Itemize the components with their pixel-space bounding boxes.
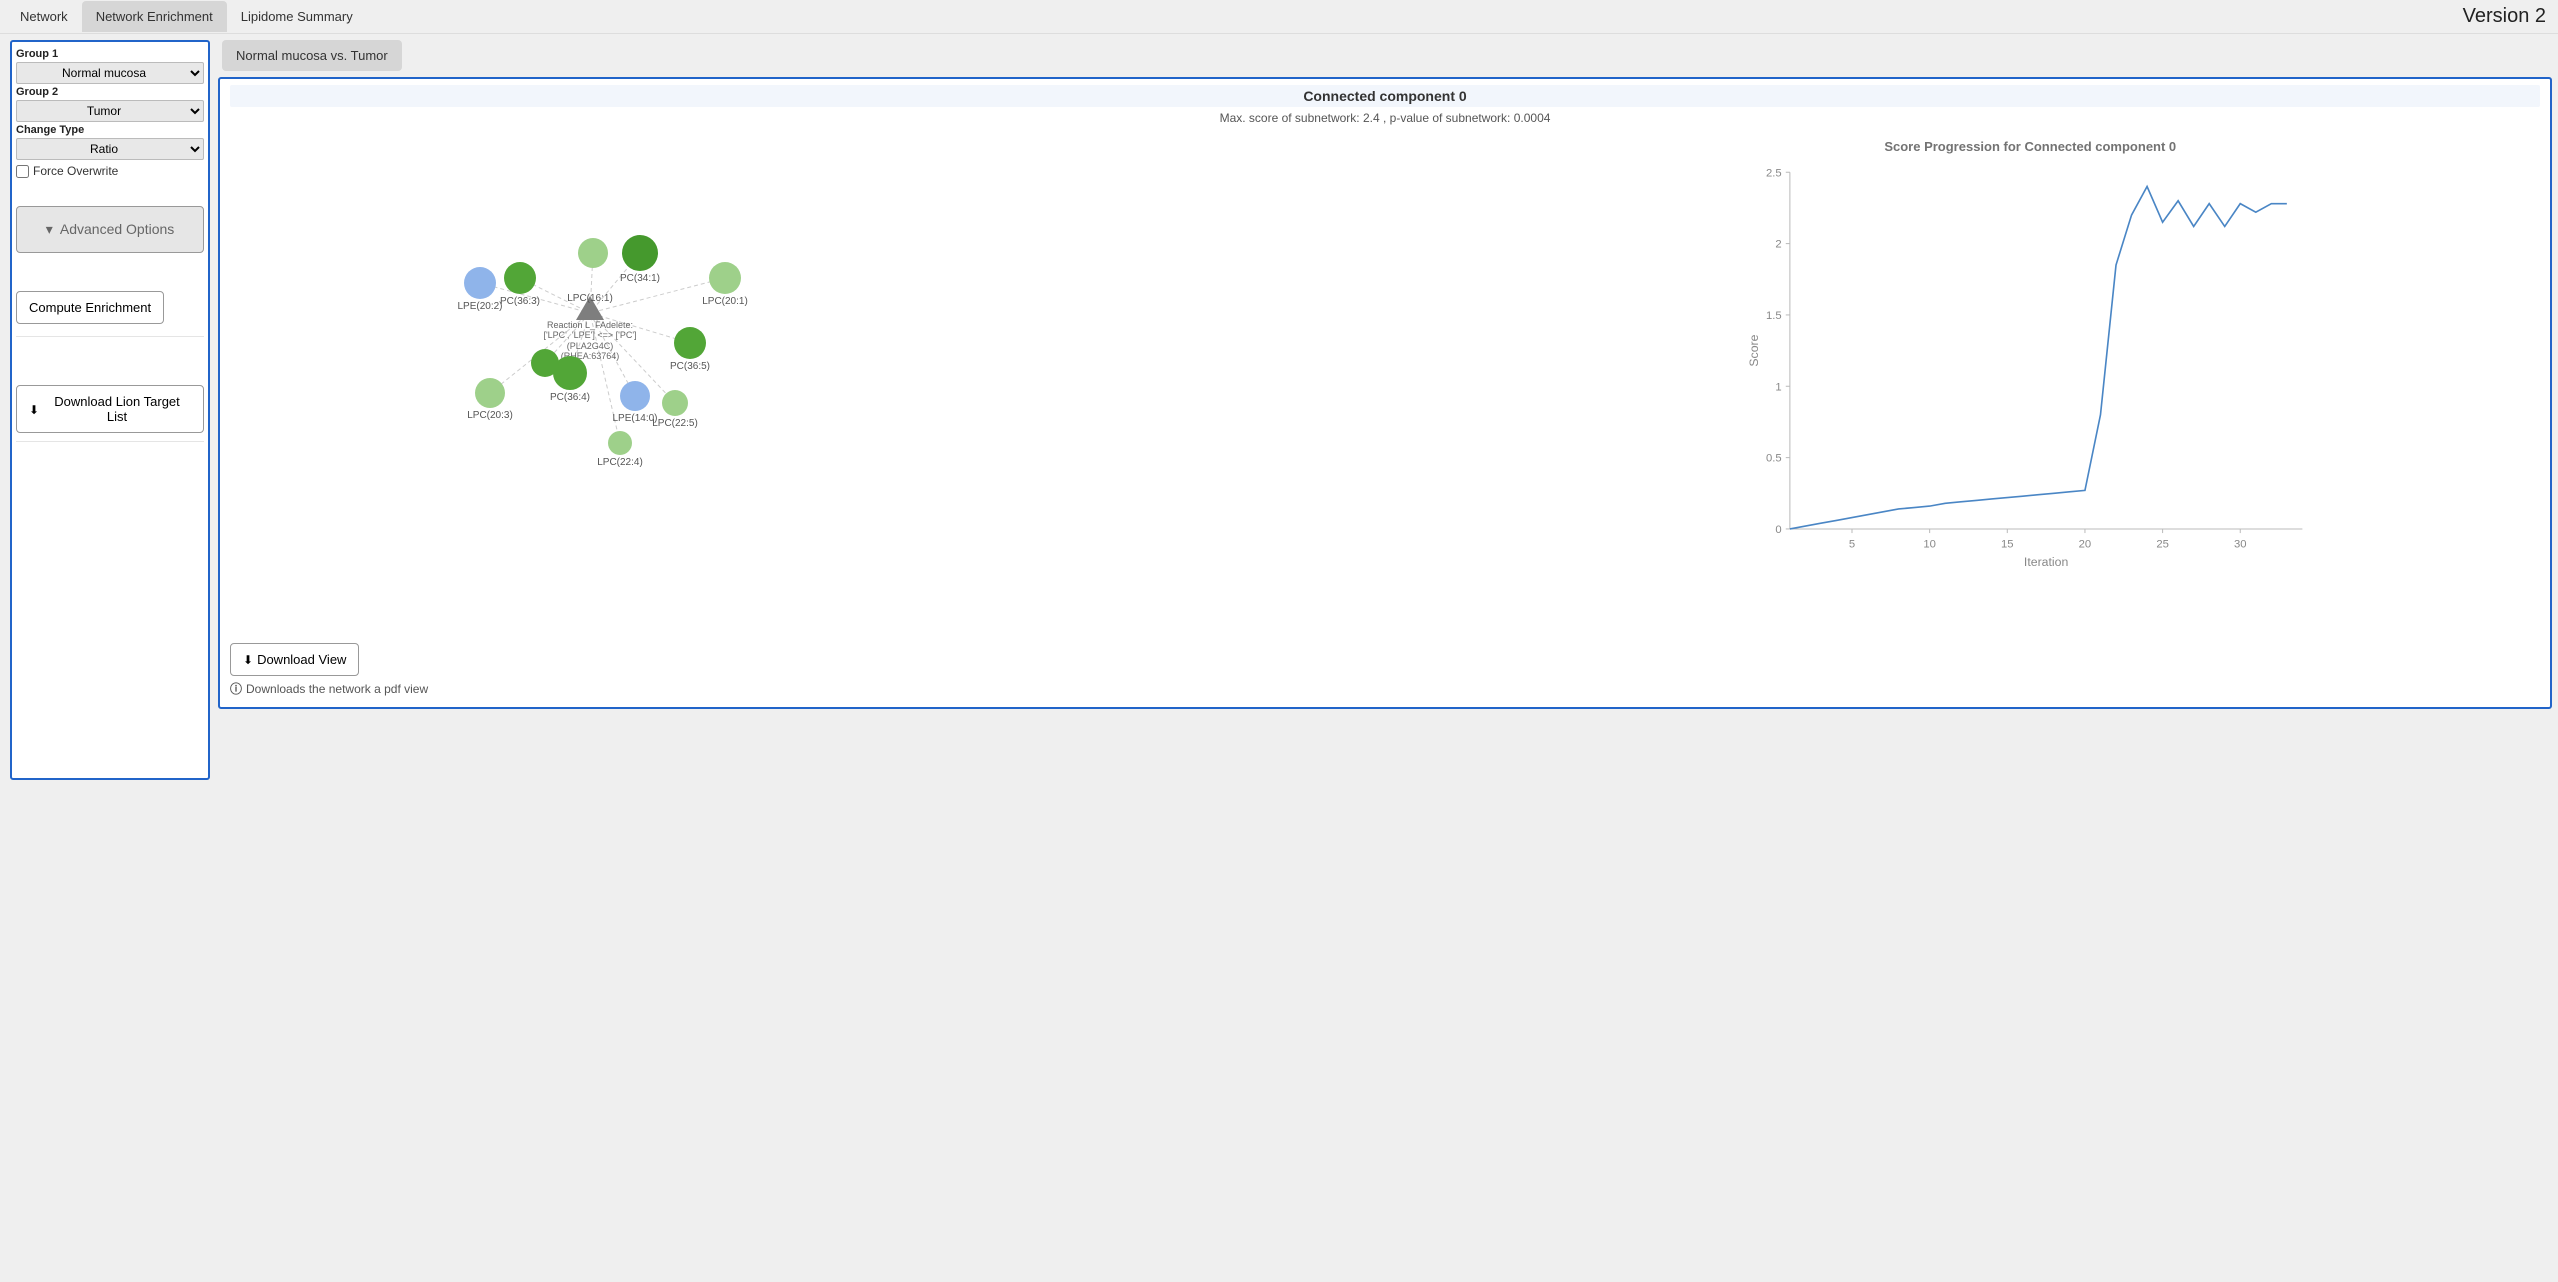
network-node-label: LPE(20:2)	[457, 301, 502, 312]
network-node[interactable]	[608, 431, 632, 455]
network-node[interactable]	[620, 381, 650, 411]
download-view-button[interactable]: Download View	[230, 643, 359, 676]
reaction-label: Reaction L_FAdelete:['LPC', 'LPE'] <=> […	[543, 320, 636, 361]
svg-text:15: 15	[2001, 538, 2014, 550]
info-icon	[230, 680, 242, 697]
network-visualization[interactable]: Reaction L_FAdelete:['LPC', 'LPE'] <=> […	[230, 133, 1501, 633]
group2-label: Group 2	[16, 86, 204, 98]
network-node[interactable]	[531, 349, 559, 377]
tab-lipidome-summary[interactable]: Lipidome Summary	[227, 1, 367, 32]
svg-text:5: 5	[1848, 538, 1854, 550]
tab-network-enrichment[interactable]: Network Enrichment	[82, 1, 227, 32]
force-overwrite-checkbox[interactable]	[16, 165, 29, 178]
group2-select[interactable]: Tumor	[16, 100, 204, 122]
force-overwrite-label: Force Overwrite	[33, 164, 118, 178]
network-node[interactable]	[622, 235, 658, 271]
network-node[interactable]	[674, 327, 706, 359]
network-node-label: LPC(16:1)	[567, 293, 613, 304]
comparison-tabbar: Normal mucosa vs. Tumor	[222, 40, 2552, 71]
network-node-label: PC(34:1)	[620, 273, 660, 284]
group1-select[interactable]: Normal mucosa	[16, 62, 204, 84]
download-info-text: Downloads the network a pdf view	[246, 682, 428, 696]
tab-network[interactable]: Network	[6, 1, 82, 32]
network-node[interactable]	[578, 238, 608, 268]
network-node-label: LPC(22:5)	[652, 418, 698, 429]
network-node-label: LPE(14:0)	[612, 413, 657, 424]
svg-text:20: 20	[2078, 538, 2091, 550]
advanced-options-toggle[interactable]: ▾ Advanced Options	[16, 206, 204, 253]
svg-text:30: 30	[2233, 538, 2246, 550]
changetype-label: Change Type	[16, 124, 204, 136]
network-node[interactable]	[475, 378, 505, 408]
network-node-label: LPC(20:3)	[467, 410, 513, 421]
svg-text:0: 0	[1775, 524, 1781, 536]
network-node[interactable]	[662, 390, 688, 416]
svg-text:25: 25	[2156, 538, 2169, 550]
network-node-label: PC(36:3)	[500, 296, 540, 307]
compute-enrichment-button[interactable]: Compute Enrichment	[16, 291, 164, 324]
score-chart: Score Progression for Connected componen…	[1521, 133, 2541, 633]
download-icon	[29, 402, 39, 417]
svg-text:1.5: 1.5	[1766, 310, 1782, 322]
network-node-label: LPC(20:1)	[702, 296, 748, 307]
network-node[interactable]	[709, 262, 741, 294]
svg-text:2.5: 2.5	[1766, 167, 1782, 179]
sidebar: Group 1 Normal mucosa Group 2 Tumor Chan…	[10, 40, 210, 780]
network-node-label: LPC(22:4)	[597, 457, 643, 468]
chevron-down-icon: ▾	[46, 221, 53, 238]
svg-text:1: 1	[1775, 381, 1781, 393]
svg-text:2: 2	[1775, 239, 1781, 251]
comparison-tab[interactable]: Normal mucosa vs. Tumor	[222, 40, 402, 71]
svg-text:10: 10	[1923, 538, 1936, 550]
version-label: Version 2	[2463, 5, 2546, 28]
network-node-label: PC(36:4)	[550, 392, 590, 403]
result-panel: Connected component 0 Max. score of subn…	[218, 77, 2552, 709]
download-icon	[243, 652, 253, 667]
panel-title: Connected component 0	[230, 85, 2540, 107]
panel-subtitle: Max. score of subnetwork: 2.4 , p-value …	[230, 111, 2540, 125]
svg-text:Iteration: Iteration	[2023, 555, 2068, 569]
changetype-select[interactable]: Ratio	[16, 138, 204, 160]
advanced-options-label: Advanced Options	[60, 221, 174, 237]
network-node-label: PC(36:5)	[670, 361, 710, 372]
group1-label: Group 1	[16, 48, 204, 60]
svg-text:0.5: 0.5	[1766, 453, 1782, 465]
top-tabbar: Network Network Enrichment Lipidome Summ…	[0, 0, 2558, 34]
chart-title: Score Progression for Connected componen…	[1521, 139, 2541, 154]
network-node[interactable]	[464, 267, 496, 299]
download-lion-button[interactable]: Download Lion Target List	[16, 385, 204, 433]
svg-text:Score: Score	[1747, 334, 1761, 366]
network-node[interactable]	[504, 262, 536, 294]
